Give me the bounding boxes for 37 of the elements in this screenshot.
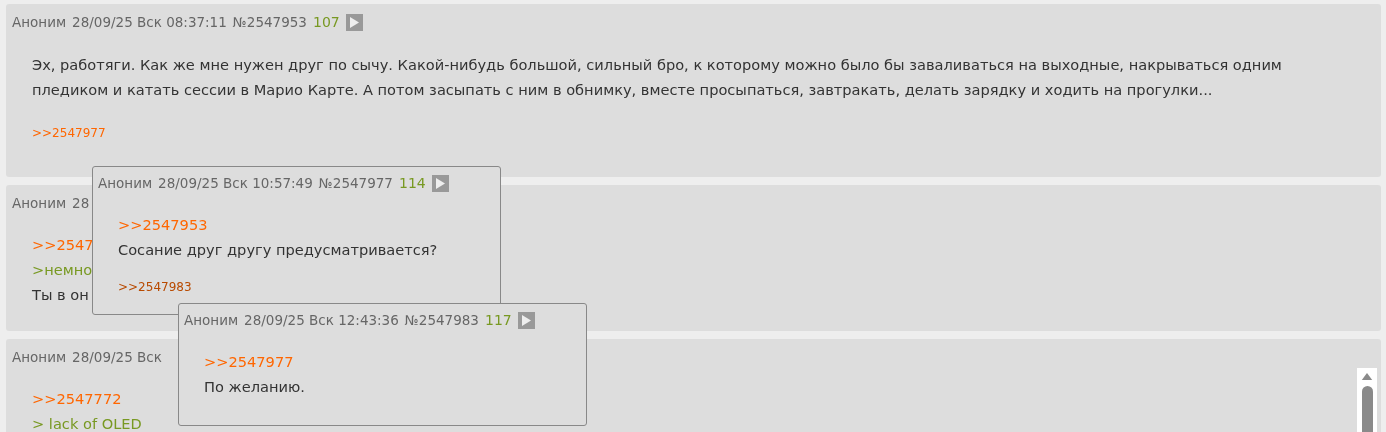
post-number[interactable]: №2547983 [404,310,479,331]
post-date: 28/09/25 Вск [72,348,162,367]
reply-link[interactable]: >>2547977 [204,349,294,374]
play-icon [435,178,445,189]
play-button[interactable] [517,312,535,329]
reply-link[interactable]: >>2547 [32,232,94,258]
post-number[interactable]: №2547977 [318,173,393,194]
author-name: Аноним [12,348,67,367]
post-date: 28/09/25 Вск 10:57:49 [158,174,313,194]
play-button[interactable] [431,175,449,192]
reply-link[interactable]: >>2547953 [118,212,208,237]
post-number[interactable]: №2547953 [232,12,307,33]
post-text: Сосание друг другу предусматривается? [118,240,438,260]
quote-text: > lack of OLED [32,414,142,432]
post-count: 117 [484,311,512,330]
author-name: Аноним [184,311,239,331]
play-button[interactable] [345,14,363,31]
post-count: 114 [398,174,426,193]
author-name: Аноним [12,13,67,33]
post-date: 28 [72,194,90,213]
quote-text: >немно [32,260,93,281]
post-date: 28/09/25 Вск 12:43:36 [244,311,399,331]
play-icon [521,315,531,326]
post-text: Эх, работяги. Как же мне нужен друг по сычу. Какой-нибудь большой, сильный бро, к которому можно было бы заваливаться на выходные, накрываться одним пледиком и катать сессии в Марио Карте. А потом засыпать с ним в обнимку, вместе просыпаться, завтракать, делать зарядку и ходить на прогулки... [32,55,1283,100]
backlink[interactable]: >>2547983 [118,280,192,294]
backlink[interactable]: >>2547977 [32,126,106,140]
author-name: Аноним [12,194,67,213]
scroll-up-icon[interactable] [1361,373,1373,380]
scroll-thumb[interactable] [1361,385,1373,432]
post-count: 107 [312,13,340,32]
post-text: Ты в он [32,285,89,306]
author-name: Аноним [98,174,153,194]
post-text: По желанию. [204,377,305,397]
reply-link[interactable]: >>2547772 [32,386,122,412]
scrollbar[interactable] [1357,368,1377,432]
play-icon [349,17,359,28]
post-date: 28/09/25 Вск 08:37:11 [72,13,227,33]
